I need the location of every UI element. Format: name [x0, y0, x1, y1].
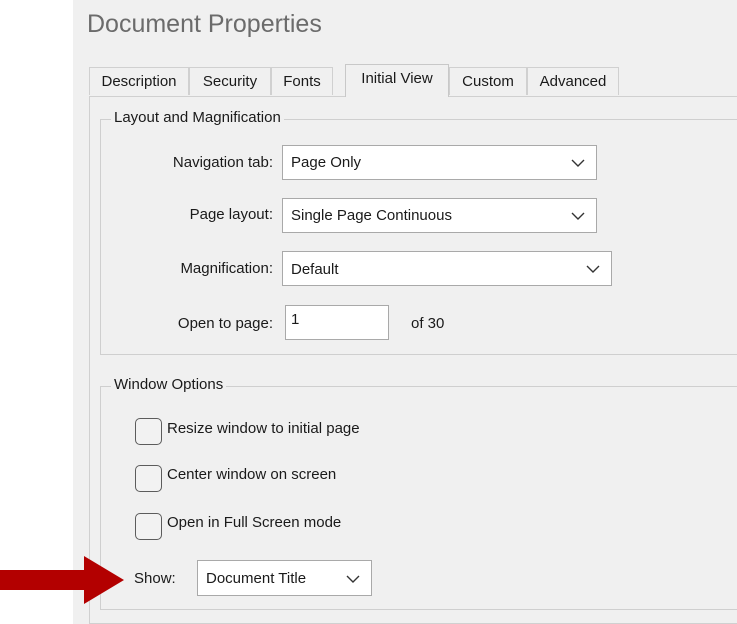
resize-window-label: Resize window to initial page [167, 420, 360, 437]
tab-advanced[interactable]: Advanced [527, 67, 619, 95]
tab-custom[interactable]: Custom [449, 67, 527, 95]
tab-fonts[interactable]: Fonts [271, 67, 333, 95]
show-select[interactable]: Document Title [197, 560, 372, 596]
chevron-down-icon [346, 575, 360, 583]
chevron-down-icon [586, 265, 600, 273]
page-layout-label: Page layout: [189, 206, 273, 223]
window-options-group: Window Options Resize window to initial … [100, 376, 737, 610]
navigation-tab-select[interactable]: Page Only [282, 145, 597, 180]
show-label: Show: [134, 570, 176, 587]
center-window-label: Center window on screen [167, 466, 337, 483]
arrow-right-icon [0, 556, 124, 604]
center-window-checkbox[interactable] [135, 465, 162, 492]
initial-view-panel: Layout and Magnification Navigation tab:… [89, 96, 737, 624]
layout-magnification-group: Layout and Magnification Navigation tab:… [100, 109, 737, 355]
open-to-page-input[interactable]: 1 [285, 305, 389, 340]
full-screen-checkbox[interactable] [135, 513, 162, 540]
resize-window-checkbox[interactable] [135, 418, 162, 445]
group-title-window: Window Options [111, 376, 227, 393]
navigation-tab-label: Navigation tab: [172, 154, 273, 171]
chevron-down-icon [571, 159, 585, 167]
magnification-value: Default [291, 261, 339, 278]
tab-security[interactable]: Security [189, 67, 271, 95]
page-layout-value: Single Page Continuous [291, 207, 452, 224]
page-layout-select[interactable]: Single Page Continuous [282, 198, 597, 233]
chevron-down-icon [571, 212, 585, 220]
full-screen-label: Open in Full Screen mode [167, 514, 342, 531]
group-title-layout: Layout and Magnification [111, 109, 284, 126]
magnification-label: Magnification: [180, 260, 273, 277]
open-to-page-label: Open to page: [177, 315, 273, 332]
magnification-select[interactable]: Default [282, 251, 612, 286]
navigation-tab-value: Page Only [291, 154, 362, 171]
dialog-title: Document Properties [87, 10, 322, 38]
open-to-page-value: 1 [291, 311, 300, 328]
tab-description[interactable]: Description [89, 67, 189, 95]
document-properties-dialog: Document Properties Description Security… [73, 0, 737, 624]
show-value: Document Title [206, 570, 307, 587]
tab-initial-view[interactable]: Initial View [345, 64, 449, 97]
page-count-label: of 30 [411, 315, 445, 332]
